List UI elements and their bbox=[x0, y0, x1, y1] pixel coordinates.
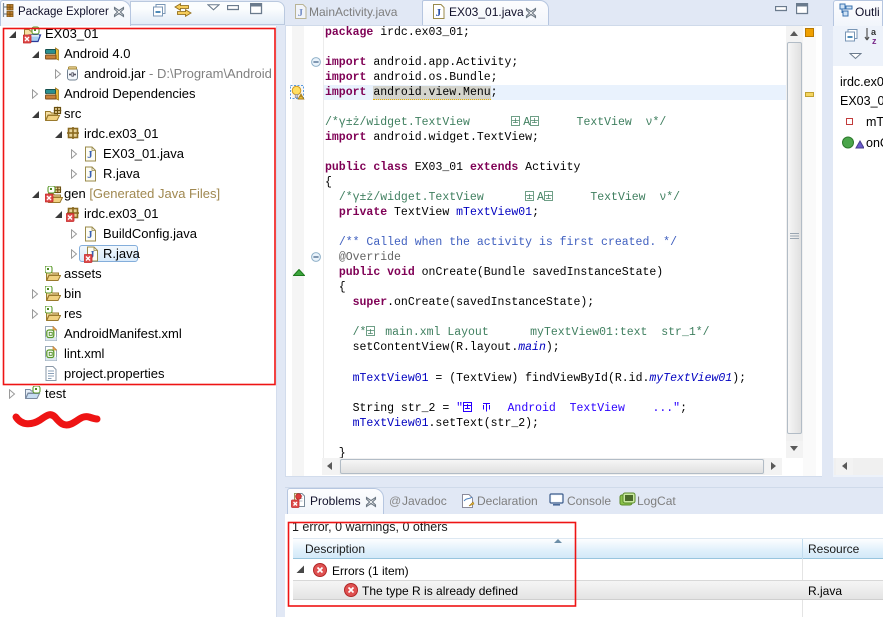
svg-text:z: z bbox=[872, 36, 877, 45]
svg-text:J: J bbox=[87, 170, 92, 181]
svg-text:J: J bbox=[436, 7, 442, 19]
svg-text:J: J bbox=[87, 150, 92, 161]
svg-text:J: J bbox=[87, 230, 92, 241]
svg-text:J: J bbox=[298, 7, 304, 19]
